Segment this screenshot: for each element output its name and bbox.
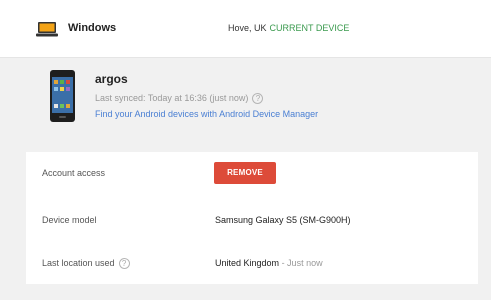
last-location-row: Last location used? United Kingdom - Jus… [26,248,478,278]
android-device-manager-link[interactable]: Find your Android devices with Android D… [95,109,318,119]
last-location-country: United Kingdom [215,258,280,268]
account-access-row: Account access REMOVE [26,158,478,188]
device-location: Hove, UK CURRENT DEVICE [228,23,349,33]
current-device-badge: CURRENT DEVICE [269,23,350,33]
last-location-label: Last location used? [42,258,130,270]
help-icon[interactable]: ? [252,93,264,105]
remove-button[interactable]: REMOVE [214,162,276,184]
device-model-row: Device model Samsung Galaxy S5 (SM-G900H… [26,205,478,235]
last-synced-text: Last synced: Today at 16:36 (just now)? [95,93,264,105]
location-help-icon[interactable]: ? [118,258,130,270]
last-location-time: - Just now [281,258,323,268]
last-location-value: United Kingdom - Just now [215,258,323,268]
device-location-text: Hove, UK [228,23,267,33]
phone-icon [50,70,75,122]
phone-name: argos [95,72,128,86]
phone-summary: argos Last synced: Today at 16:36 (just … [0,58,491,152]
account-access-label: Account access [42,168,106,178]
last-location-label-text: Last location used [42,258,115,268]
device-name: Windows [68,22,117,34]
device-model-label: Device model [42,215,97,225]
device-model-value: Samsung Galaxy S5 (SM-G900H) [215,215,351,225]
laptop-icon [36,22,58,37]
device-details-card: Account access REMOVE Device model Samsu… [26,152,478,284]
last-synced-label: Last synced: Today at 16:36 (just now) [95,93,249,103]
current-device-row[interactable]: Windows Hove, UK CURRENT DEVICE [0,0,491,58]
